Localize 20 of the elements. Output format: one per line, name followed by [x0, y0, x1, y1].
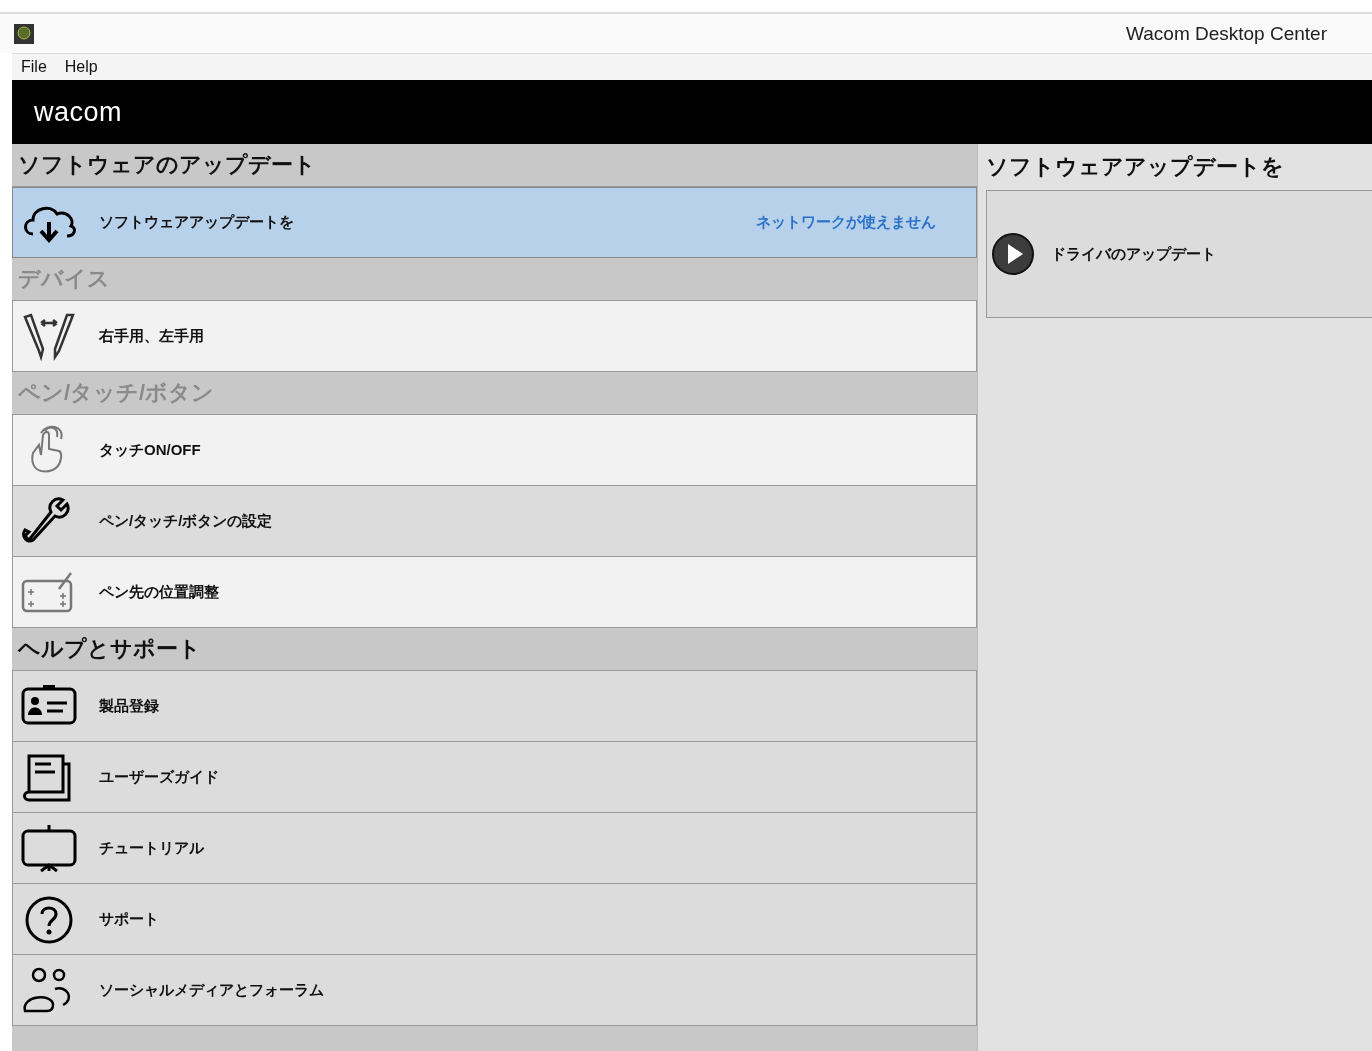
menu-item[interactable]: Help — [64, 58, 98, 76]
section-title: ヘルプとサポート — [18, 635, 201, 663]
driver-update-button[interactable]: ドライバのアップデート — [987, 231, 1222, 277]
status-text: ネットワークが使えません — [756, 213, 936, 232]
nav-item[interactable]: 製品登録 — [12, 671, 977, 742]
panel-title: ソフトウェアアップデートを — [986, 153, 1285, 181]
window-title: Wacom Desktop Center — [1126, 22, 1327, 45]
brand-logo: wacom — [34, 96, 123, 128]
app-icon — [14, 23, 34, 44]
nav-item[interactable]: ソーシャルメディアとフォーラム — [12, 955, 977, 1026]
presentation-board-icon — [19, 823, 79, 873]
nav-item[interactable]: サポート — [12, 884, 977, 955]
section-title: デバイス — [18, 265, 110, 293]
nav-item[interactable]: ユーザーズガイド — [12, 742, 977, 813]
nav-item[interactable]: ソフトウェアアップデートを ネットワークが使えません — [12, 187, 977, 258]
menu-item[interactable]: File — [21, 58, 47, 76]
section-title: ソフトウェアのアップデート — [18, 151, 316, 179]
play-icon — [991, 232, 1035, 276]
nav-item[interactable]: チュートリアル — [12, 813, 977, 884]
section-title: ペン/タッチ/ボタン — [18, 379, 215, 407]
